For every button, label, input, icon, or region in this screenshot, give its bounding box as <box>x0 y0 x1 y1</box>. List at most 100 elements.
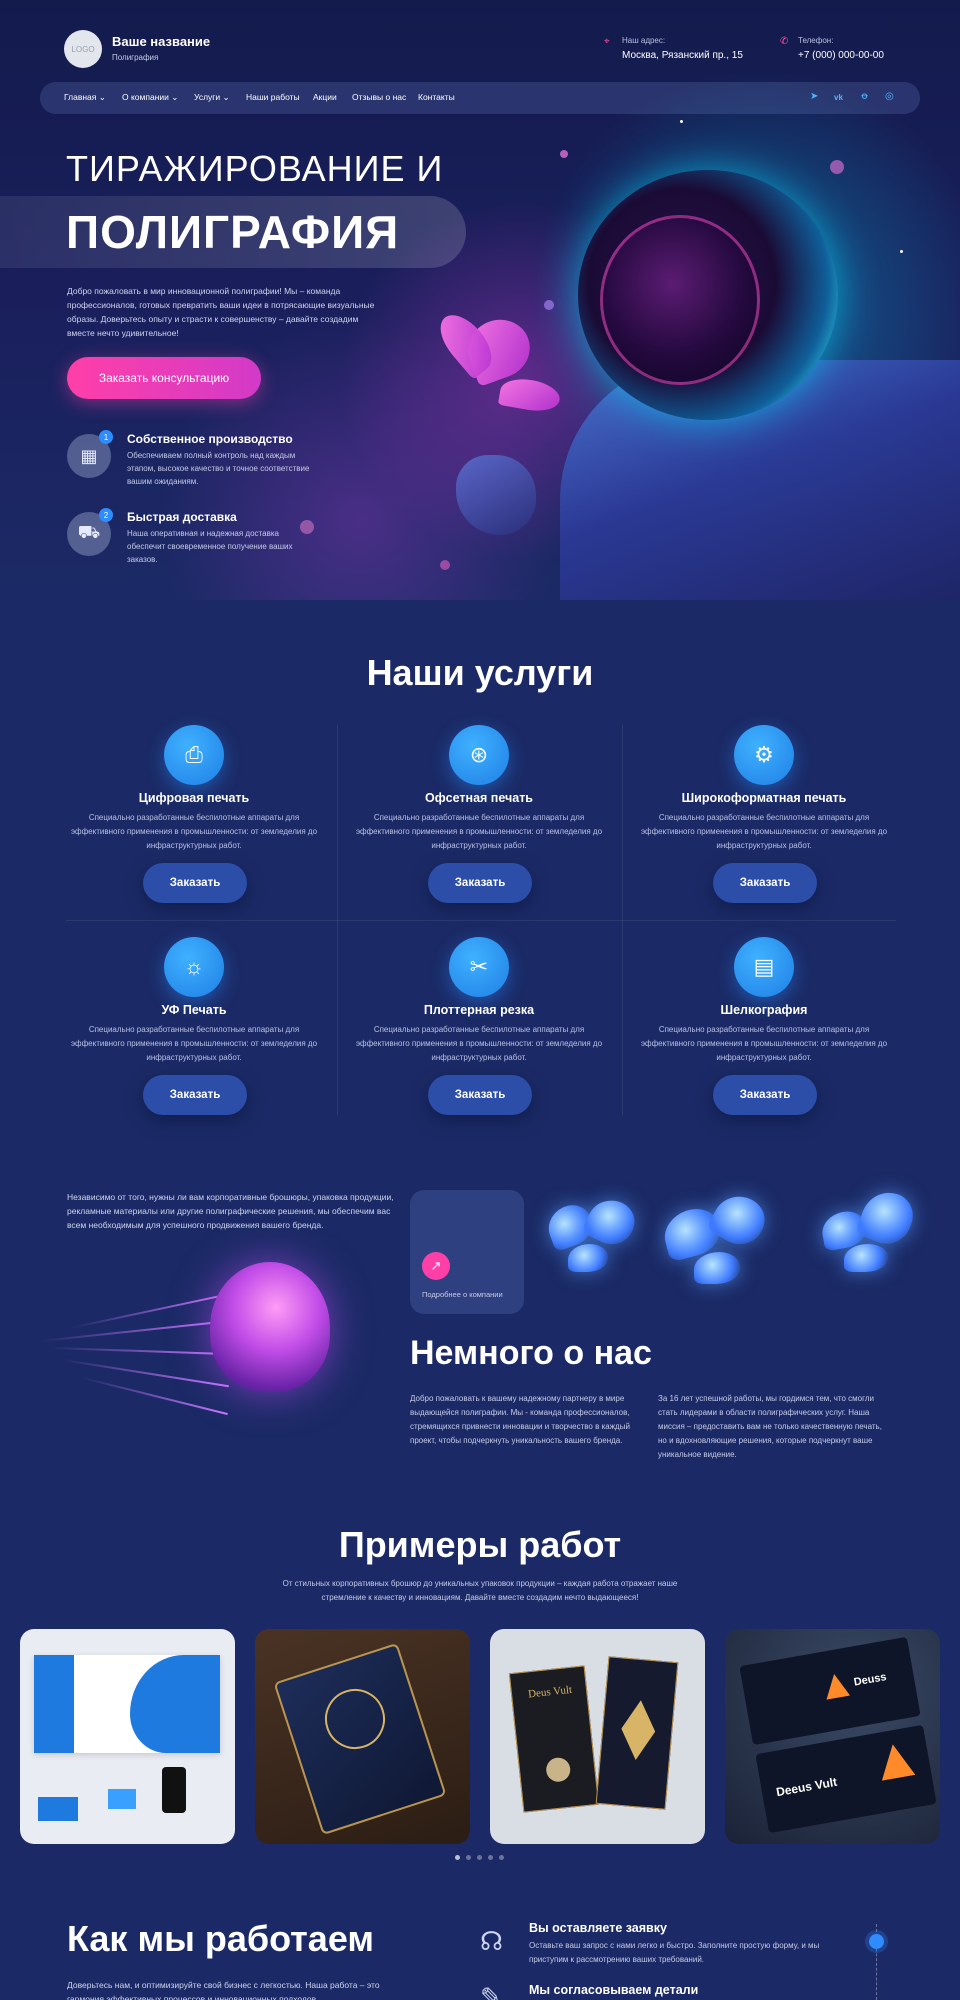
hero-description: Добро пожаловать в мир инновационной пол… <box>67 286 375 338</box>
jellyfish-tentacle <box>60 1358 230 1388</box>
service-title: УФ Печать <box>161 1003 227 1017</box>
brand-name: Ваше название <box>112 34 211 49</box>
phone-label: Телефон: <box>798 36 834 45</box>
about-more-card[interactable]: ↗ Подробнее о компании <box>410 1190 524 1314</box>
about-text-col1: Добро пожаловать к вашему надежному парт… <box>410 1394 630 1445</box>
address-value: Москва, Рязанский пр., 15 <box>622 50 743 61</box>
phone-mockup <box>162 1767 186 1813</box>
headset-icon: ☊ <box>480 1926 504 1956</box>
odnoklassniki-icon[interactable]: ꝋ <box>861 91 868 102</box>
service-card: ⎙ Цифровая печать Специально разработанн… <box>52 725 336 935</box>
service-title: Офсетная печать <box>425 791 533 805</box>
portfolio-card-business-cards[interactable]: Deuss Deeus Vult <box>725 1629 940 1844</box>
portfolio-card-brochures[interactable]: Deus Vult <box>490 1629 705 1844</box>
carousel-dot[interactable] <box>499 1855 504 1860</box>
service-card: ⚙ Широкоформатная печать Специально разр… <box>622 725 906 935</box>
portfolio-card-stationery[interactable] <box>20 1629 235 1844</box>
order-button[interactable]: Заказать <box>143 1075 247 1115</box>
about-text-col2: За 16 лет успешной работы, мы гордимся т… <box>658 1394 882 1459</box>
about-more-link[interactable]: Подробнее о компании <box>422 1290 503 1299</box>
card-mockup <box>38 1797 78 1821</box>
nav-item-contacts[interactable]: Контакты <box>418 92 455 102</box>
nav-item-about[interactable]: О компании ⌄ <box>122 92 178 103</box>
order-button[interactable]: Заказать <box>143 863 247 903</box>
star-decor <box>544 300 554 310</box>
order-button[interactable]: Заказать <box>713 863 817 903</box>
whatsapp-icon[interactable]: ◎ <box>885 91 894 102</box>
nav-item-home[interactable]: Главная ⌄ <box>64 92 106 103</box>
print-icon: ⎙ <box>164 725 224 785</box>
card-mockup <box>108 1789 136 1809</box>
phone-value[interactable]: +7 (000) 000-00-00 <box>798 50 884 61</box>
timeline-dot[interactable] <box>869 1934 884 1949</box>
business-card-text: Deuss <box>852 1671 888 1689</box>
carousel-dot[interactable] <box>477 1855 482 1860</box>
jellyfish-bell <box>210 1262 330 1392</box>
chevron-down-icon: ⌄ <box>98 92 106 102</box>
feature-number: 1 <box>99 430 113 444</box>
consultation-button[interactable]: Заказать консультацию <box>67 357 261 399</box>
plotter-icon: ✂ <box>449 937 509 997</box>
service-title: Цифровая печать <box>138 791 250 805</box>
about-title: Немного о нас <box>410 1334 652 1372</box>
jellyfish-tentacle <box>50 1346 230 1356</box>
how-description: Доверьтесь нам, и оптимизируйте свой биз… <box>67 1980 380 2000</box>
about-intro: Независимо от того, нужны ли вам корпора… <box>67 1192 394 1230</box>
feature-title: Собственное производство <box>127 432 293 446</box>
telegram-icon[interactable]: ➤ <box>810 91 818 102</box>
main-nav: Главная ⌄ О компании ⌄ Услуги ⌄ Наши раб… <box>40 82 920 114</box>
portfolio-card-gold[interactable] <box>255 1629 470 1844</box>
order-button[interactable]: Заказать <box>428 863 532 903</box>
feature-fast-delivery: ⛟ 2 Быстрая доставка Наша оперативная и … <box>67 508 327 578</box>
brochure-mockup <box>595 1656 679 1810</box>
order-button[interactable]: Заказать <box>428 1075 532 1115</box>
butterfly-wing <box>844 1244 888 1272</box>
butterfly-wing <box>854 1185 920 1251</box>
feature-title: Быстрая доставка <box>127 510 237 524</box>
carousel-dot[interactable] <box>488 1855 493 1860</box>
service-card: ☼ УФ Печать Специально разработанные бес… <box>52 937 336 1147</box>
carousel-dot[interactable] <box>466 1855 471 1860</box>
vk-icon[interactable]: vk <box>834 93 843 102</box>
feature-own-production: ▦ 1 Собственное производство Обеспечивае… <box>67 430 327 500</box>
star-decor <box>560 150 568 158</box>
service-text: Специально разработанные беспилотные апп… <box>70 813 318 850</box>
hero-title-line2: ПОЛИГРАФИЯ <box>66 206 400 258</box>
portfolio-subtitle: От стильных корпоративных брошюр до уник… <box>282 1579 678 1602</box>
jellyfish-tentacle <box>40 1320 230 1342</box>
hero-section: LOGO Ваше название Полиграфия ⌖ Наш адре… <box>0 0 960 600</box>
portfolio-title: Примеры работ <box>338 1524 622 1565</box>
step-text: Оставьте ваш запрос с нами легко и быстр… <box>529 1941 820 1964</box>
star-diamond-icon <box>619 1699 658 1762</box>
service-text: Специально разработанные беспилотные апп… <box>640 813 888 850</box>
nav-item-promo[interactable]: Акции <box>313 92 337 102</box>
phone-icon: ✆ <box>780 36 789 47</box>
agreement-icon: ✎ <box>480 1982 502 2000</box>
hero-title-line1: ТИРАЖИРОВАНИЕ И <box>66 148 444 189</box>
carousel-dot[interactable] <box>455 1855 460 1860</box>
service-text: Специально разработанные беспилотные апп… <box>70 1025 318 1062</box>
order-button[interactable]: Заказать <box>713 1075 817 1115</box>
brochure-text: Deus Vult <box>527 1683 573 1701</box>
brochure-mockup: Deus Vult <box>508 1665 600 1813</box>
astronaut-visor-illustration <box>600 215 760 385</box>
location-pin-icon: ⌖ <box>604 36 610 47</box>
address-label: Наш адрес: <box>622 36 666 45</box>
nav-item-services[interactable]: Услуги ⌄ <box>194 92 230 103</box>
star-decor <box>900 250 903 253</box>
orange-gem-icon <box>822 1672 850 1700</box>
butterfly-wing <box>580 1192 642 1252</box>
butterfly-wing <box>568 1244 608 1272</box>
step-title: Вы оставляете заявку <box>529 1921 667 1935</box>
top-bar: LOGO Ваше название Полиграфия ⌖ Наш адре… <box>64 30 896 74</box>
nav-label: Главная <box>64 92 97 102</box>
nav-item-works[interactable]: Наши работы <box>246 92 300 102</box>
uv-printer-icon: ☼ <box>164 937 224 997</box>
service-title: Шелкография <box>720 1003 808 1017</box>
envelope-mockup <box>34 1655 74 1753</box>
logo[interactable]: LOGO <box>64 30 102 68</box>
butterfly-wing-illustration <box>497 375 563 415</box>
wide-format-printer-icon: ⚙ <box>734 725 794 785</box>
nav-item-reviews[interactable]: Отзывы о нас <box>352 92 406 102</box>
business-card-mockup: Deeus Vult <box>755 1724 937 1834</box>
